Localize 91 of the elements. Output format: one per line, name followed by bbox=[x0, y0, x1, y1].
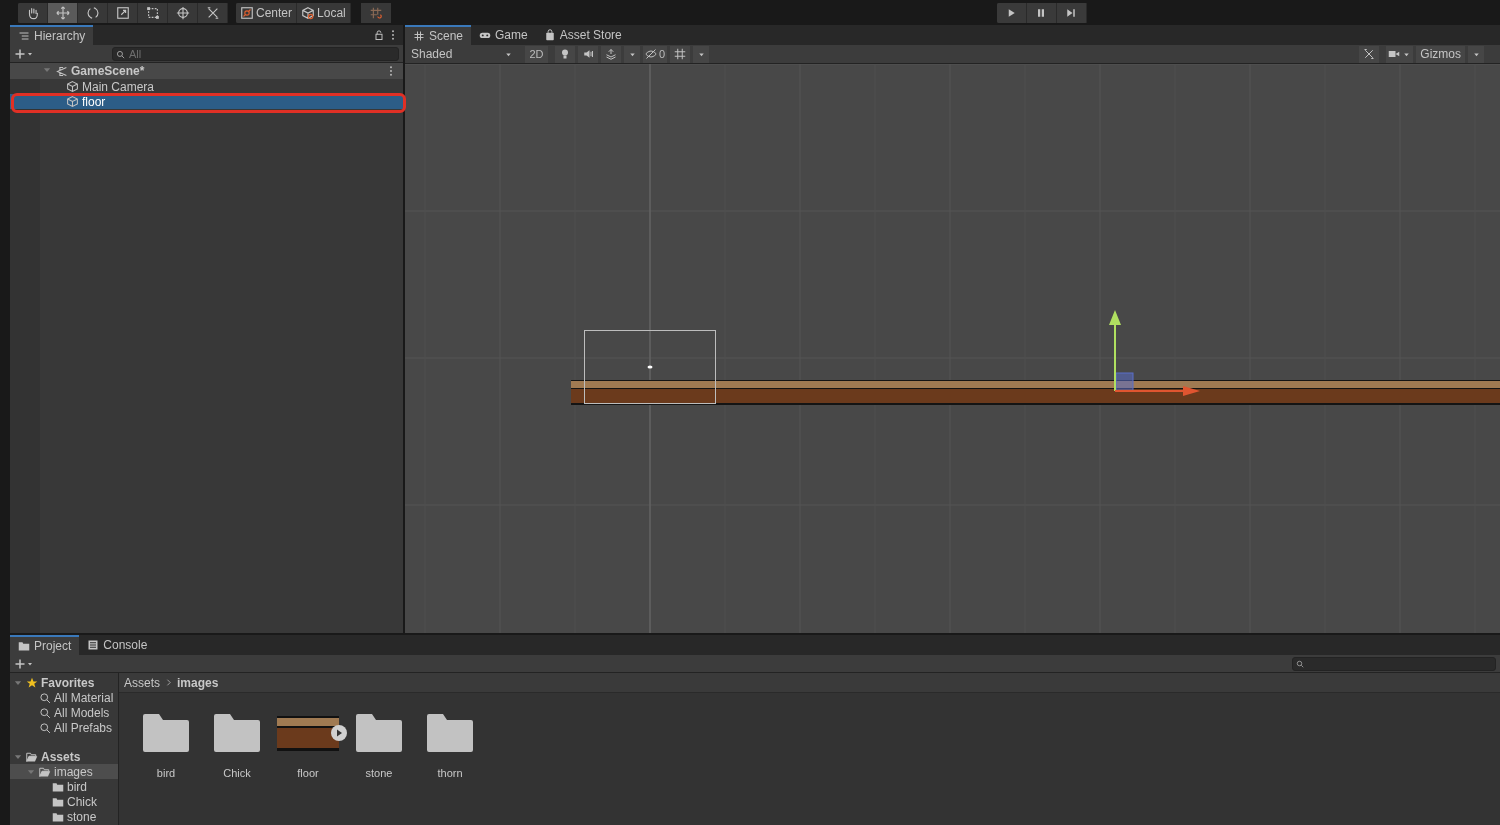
scale-icon bbox=[115, 5, 130, 20]
tool-button[interactable] bbox=[48, 2, 78, 23]
light-bulb-icon bbox=[559, 48, 571, 60]
list-icon bbox=[18, 30, 30, 42]
asset-label[interactable]: floor bbox=[297, 767, 319, 779]
grid-toggle[interactable] bbox=[670, 45, 691, 63]
dropdown-button[interactable] bbox=[693, 45, 710, 63]
asset-label[interactable]: thorn bbox=[437, 767, 463, 779]
hash-icon bbox=[413, 30, 425, 42]
move-icon bbox=[55, 5, 70, 20]
search-field[interactable] bbox=[1292, 656, 1496, 671]
chevron-icon bbox=[164, 678, 173, 687]
cube-icon bbox=[301, 5, 316, 20]
folder-icon bbox=[26, 750, 38, 763]
asset-label[interactable]: bird bbox=[156, 767, 176, 779]
plus-icon bbox=[14, 47, 26, 60]
2d-toggle[interactable]: 2D bbox=[525, 45, 548, 63]
tree-item[interactable]: All Prefabs bbox=[10, 720, 118, 735]
scene-row[interactable]: GameScene* bbox=[10, 63, 403, 79]
dropdown-button[interactable] bbox=[624, 45, 640, 63]
folder-icon bbox=[18, 640, 30, 652]
pivot-icon bbox=[240, 5, 254, 20]
folder-icon[interactable] bbox=[356, 714, 402, 752]
tools-icon bbox=[205, 5, 220, 20]
speaker-icon bbox=[582, 48, 594, 60]
tools-button[interactable] bbox=[1359, 45, 1380, 63]
dropdown-button[interactable] bbox=[1468, 45, 1484, 63]
folder-icon[interactable] bbox=[427, 714, 473, 752]
play-circle-icon[interactable] bbox=[331, 725, 347, 741]
tree-item[interactable]: stone bbox=[10, 809, 118, 824]
search-icon bbox=[39, 691, 51, 704]
console-icon bbox=[87, 639, 100, 651]
cube-icon bbox=[66, 80, 79, 93]
snap-grid-icon bbox=[368, 5, 383, 20]
gizmos-button[interactable]: Gizmos bbox=[1416, 45, 1465, 63]
camera-icon bbox=[647, 365, 653, 369]
layers-icon bbox=[605, 48, 617, 60]
grid-icon bbox=[674, 48, 687, 60]
tree-item[interactable]: Chick bbox=[10, 794, 118, 809]
hidden-eye-icon bbox=[645, 48, 657, 60]
search-icon bbox=[1296, 659, 1304, 668]
add-button[interactable] bbox=[14, 47, 34, 60]
rotate-icon bbox=[85, 5, 100, 20]
tree-item[interactable]: All Material bbox=[10, 690, 118, 705]
folder-icon bbox=[52, 810, 64, 823]
folder-icon bbox=[39, 765, 51, 778]
add-button[interactable] bbox=[14, 657, 34, 670]
tab[interactable]: Game bbox=[471, 25, 536, 45]
folder-icon bbox=[52, 795, 64, 808]
tools-icon bbox=[1363, 48, 1376, 60]
step-icon bbox=[1065, 6, 1078, 19]
breadcrumb-item[interactable]: images bbox=[177, 675, 219, 690]
asset-label[interactable]: stone bbox=[365, 767, 393, 779]
search-icon bbox=[39, 706, 51, 719]
tree-item[interactable]: Assets bbox=[10, 749, 118, 764]
tree-item[interactable]: bird bbox=[10, 779, 118, 794]
bag-icon bbox=[543, 29, 556, 41]
play-button[interactable] bbox=[996, 2, 1027, 23]
video-camera-icon bbox=[1388, 48, 1401, 60]
plus-icon bbox=[14, 657, 26, 670]
toggle-button[interactable]: Center bbox=[236, 2, 298, 23]
rect-tool-icon bbox=[145, 5, 160, 20]
tab[interactable]: Hierarchy bbox=[10, 25, 94, 45]
search-icon bbox=[39, 721, 51, 734]
tab[interactable]: Project bbox=[10, 635, 80, 655]
tab[interactable]: Console bbox=[79, 635, 156, 655]
folder-icon[interactable] bbox=[214, 714, 260, 752]
tab[interactable]: Scene bbox=[405, 25, 472, 45]
tree-item[interactable]: images bbox=[10, 764, 118, 779]
tree-item[interactable]: Favorites bbox=[10, 675, 118, 690]
cube-icon bbox=[66, 95, 79, 108]
lock-icon bbox=[373, 29, 385, 41]
tool-button[interactable] bbox=[18, 2, 48, 23]
folder-icon[interactable] bbox=[143, 714, 189, 752]
tree-item[interactable]: All Models bbox=[10, 705, 118, 720]
folder-icon bbox=[52, 780, 64, 793]
tab[interactable]: Asset Store bbox=[535, 25, 630, 45]
snap-button[interactable] bbox=[360, 2, 391, 23]
hidden-objects-toggle[interactable]: 0 bbox=[643, 45, 668, 63]
scene-icon bbox=[55, 64, 68, 78]
audio-toggle[interactable] bbox=[578, 45, 598, 63]
breadcrumb-item[interactable]: Assets bbox=[124, 675, 160, 690]
transform-icon bbox=[175, 5, 190, 20]
camera-button[interactable] bbox=[1386, 45, 1414, 63]
star-icon bbox=[26, 676, 38, 689]
search-field[interactable]: All bbox=[112, 46, 399, 61]
asset-label[interactable]: Chick bbox=[223, 767, 251, 779]
lighting-toggle[interactable] bbox=[555, 45, 575, 63]
effects-toggle[interactable] bbox=[601, 45, 621, 63]
hierarchy-item[interactable]: Main Camera bbox=[10, 79, 403, 94]
sprite-thumbnail[interactable] bbox=[277, 715, 339, 751]
